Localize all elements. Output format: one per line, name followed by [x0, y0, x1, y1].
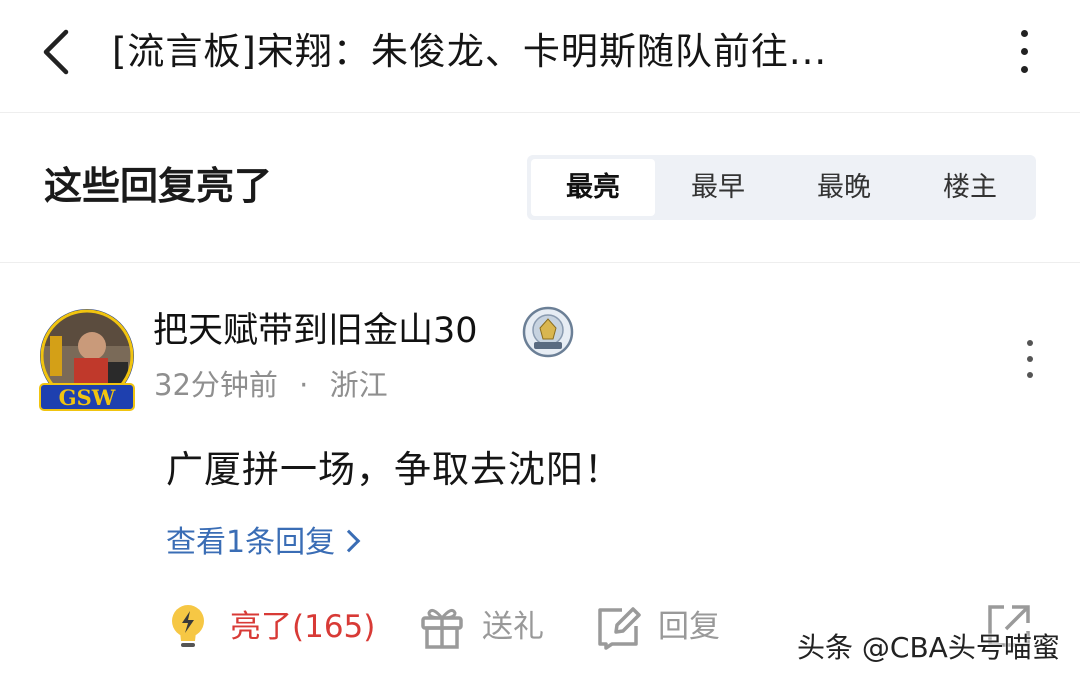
sort-tabs: 最亮 最早 最晚 楼主: [527, 155, 1036, 220]
edit-reply-icon: [598, 607, 641, 650]
tab-earliest[interactable]: 最早: [656, 159, 780, 216]
more-options-button[interactable]: [1004, 24, 1048, 80]
page-title: [流言板]宋翔：朱俊龙、卡明斯随队前往...: [112, 30, 828, 73]
gift-label: 送礼: [482, 609, 544, 645]
view-replies-label: 查看1条回复: [166, 525, 336, 560]
tab-op[interactable]: 楼主: [908, 159, 1032, 216]
like-button[interactable]: 亮了(165): [168, 600, 378, 654]
lightbulb-icon: [172, 605, 204, 647]
chevron-right-icon: [337, 529, 361, 553]
post-time: 32分钟前: [154, 368, 278, 402]
divider: [0, 262, 1080, 263]
tab-brightest[interactable]: 最亮: [531, 159, 655, 216]
reply-button[interactable]: 回复: [596, 600, 726, 654]
meta-dot: ·: [299, 368, 309, 402]
username[interactable]: 把天赋带到旧金山30: [153, 305, 478, 357]
top-bar: [流言板]宋翔：朱俊龙、卡明斯随队前往...: [0, 0, 1080, 113]
post-content: 广厦拼一场，争取去沈阳！: [166, 448, 622, 491]
like-count: 亮了(165): [230, 609, 376, 645]
avatar[interactable]: GSW: [34, 306, 140, 412]
post-location: 浙江: [329, 368, 388, 402]
gift-button[interactable]: 送礼: [420, 600, 550, 654]
reply-label: 回复: [658, 609, 720, 645]
back-button[interactable]: [36, 26, 80, 78]
vertical-more-icon: [1027, 340, 1033, 346]
view-replies-link[interactable]: 查看1条回复: [166, 518, 361, 568]
avatar-text: GSW: [59, 385, 116, 410]
post-more-button[interactable]: [1010, 334, 1050, 384]
gift-icon: [421, 608, 463, 649]
watermark: 头条 @CBA头号喵蜜: [797, 631, 1060, 664]
post-meta: 32分钟前 · 浙江: [154, 363, 388, 407]
section-title: 这些回复亮了: [44, 164, 273, 208]
vertical-more-icon: [1021, 30, 1028, 37]
back-chevron-icon: [43, 29, 69, 75]
level-badge-icon: [522, 306, 574, 358]
tab-latest[interactable]: 最晚: [782, 159, 906, 216]
